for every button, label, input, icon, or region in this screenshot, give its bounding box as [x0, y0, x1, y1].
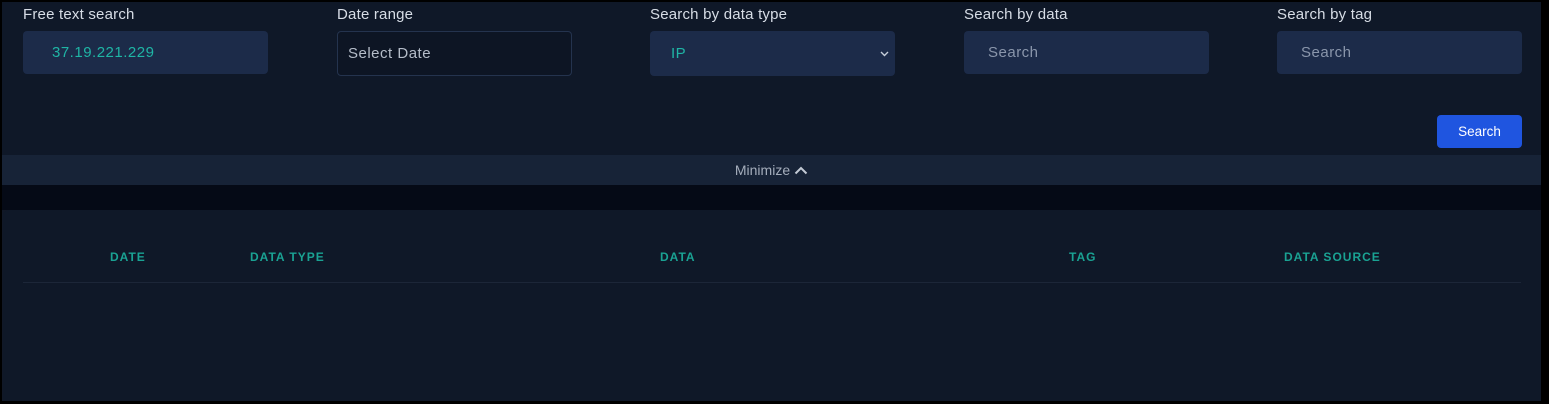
data-type-label: Search by data type	[650, 6, 788, 23]
results-table: DATE DATA TYPE DATA TAG DATA SOURCE	[3, 210, 1541, 401]
search-by-tag-input-wrapper	[1277, 31, 1522, 74]
search-by-data-input-wrapper	[964, 31, 1209, 74]
filter-panel: Free text search Date range Search by da…	[2, 2, 1541, 155]
column-header-date[interactable]: DATE	[110, 250, 146, 264]
chevron-up-icon	[794, 166, 808, 175]
section-divider	[2, 185, 1541, 210]
date-range-label: Date range	[337, 6, 414, 23]
search-by-data-label: Search by data	[964, 6, 1068, 23]
free-text-search-input-wrapper	[23, 31, 268, 74]
search-by-data-input[interactable]	[964, 31, 1209, 74]
data-type-select[interactable]: IP	[650, 31, 895, 76]
search-button[interactable]: Search	[1437, 115, 1522, 148]
minimize-label: Minimize	[734, 162, 791, 178]
table-header-row: DATE DATA TYPE DATA TAG DATA SOURCE	[23, 240, 1521, 283]
column-header-data-type[interactable]: DATA TYPE	[250, 250, 325, 264]
chevron-down-icon	[879, 49, 889, 59]
column-header-data[interactable]: DATA	[660, 250, 696, 264]
column-header-tag[interactable]: TAG	[1069, 250, 1096, 264]
data-type-selected-value: IP	[671, 45, 687, 62]
search-by-tag-label: Search by tag	[1277, 6, 1373, 23]
free-text-search-label: Free text search	[23, 6, 135, 23]
date-range-input-wrapper	[337, 31, 572, 76]
search-by-tag-input[interactable]	[1277, 31, 1522, 74]
free-text-search-input[interactable]	[23, 31, 268, 74]
date-range-input[interactable]	[338, 32, 571, 75]
app-frame: Free text search Date range Search by da…	[2, 2, 1541, 401]
minimize-toggle[interactable]: Minimize	[2, 155, 1541, 185]
column-header-data-source[interactable]: DATA SOURCE	[1284, 250, 1381, 264]
